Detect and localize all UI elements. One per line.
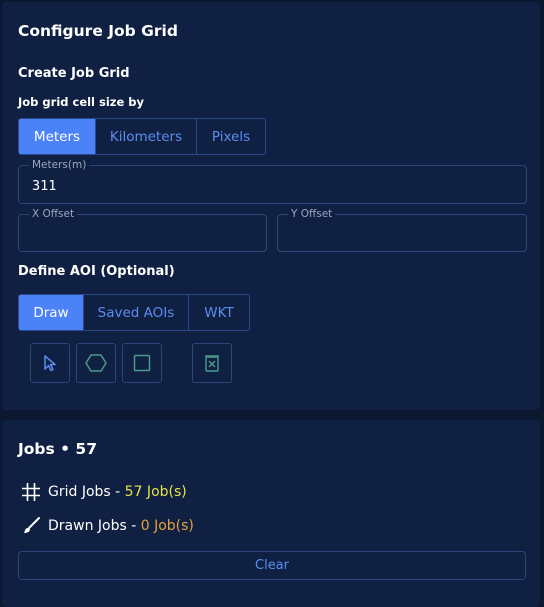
jobs-title: Jobs • 57 (18, 440, 98, 458)
rectangle-icon (133, 354, 151, 372)
x-offset-field[interactable]: X Offset (18, 207, 267, 252)
pointer-tool-button[interactable] (30, 343, 70, 383)
brush-icon (20, 515, 42, 537)
delete-icon (205, 355, 219, 372)
grid-jobs-row: Grid Jobs - 57 Job(s) (20, 481, 187, 503)
grid-icon (20, 481, 42, 503)
unit-tabs: Meters Kilometers Pixels (18, 118, 266, 155)
tab-wkt[interactable]: WKT (188, 295, 249, 330)
drawn-jobs-row: Drawn Jobs - 0 Job(s) (20, 515, 194, 537)
drawn-jobs-label: Drawn Jobs - (48, 518, 141, 534)
tab-draw[interactable]: Draw (19, 295, 83, 330)
configure-job-grid-panel: Configure Job Grid Create Job Grid Job g… (2, 2, 540, 410)
grid-jobs-label: Grid Jobs - (48, 484, 125, 500)
meters-field[interactable]: Meters(m) 311 (18, 158, 527, 204)
jobs-panel: Jobs • 57 Grid Jobs - 57 Job(s) Drawn Jo… (2, 420, 540, 607)
polygon-tool-button[interactable] (76, 343, 116, 383)
clear-button[interactable]: Clear (18, 551, 526, 580)
tab-pixels[interactable]: Pixels (196, 119, 265, 154)
drawn-jobs-count: 0 Job(s) (140, 518, 194, 534)
create-job-grid-heading: Create Job Grid (18, 66, 130, 81)
pointer-icon (44, 355, 56, 372)
tab-saved-aois[interactable]: Saved AOIs (83, 295, 188, 330)
delete-shape-button[interactable] (192, 343, 232, 383)
tab-meters[interactable]: Meters (19, 119, 95, 154)
x-offset-label: X Offset (29, 207, 78, 221)
config-title: Configure Job Grid (18, 22, 178, 40)
aoi-tabs: Draw Saved AOIs WKT (18, 294, 250, 331)
meters-field-value[interactable]: 311 (32, 178, 56, 194)
define-aoi-heading: Define AOI (Optional) (18, 264, 175, 279)
tab-kilometers[interactable]: Kilometers (95, 119, 196, 154)
rectangle-tool-button[interactable] (122, 343, 162, 383)
polygon-icon (85, 354, 107, 372)
y-offset-label: Y Offset (288, 207, 336, 221)
cell-size-label: Job grid cell size by (18, 95, 145, 109)
y-offset-field[interactable]: Y Offset (277, 207, 527, 252)
meters-field-label: Meters(m) (29, 158, 90, 172)
grid-jobs-count: 57 Job(s) (124, 484, 187, 500)
